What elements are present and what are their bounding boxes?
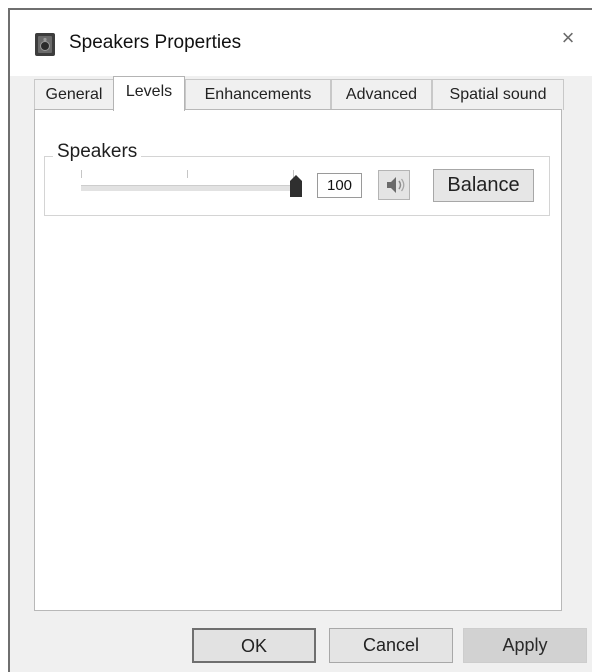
levels-tab-panel: Speakers 100 Balance <box>34 109 562 611</box>
speaker-volume-icon <box>379 177 409 203</box>
slider-tick <box>187 170 188 178</box>
cancel-button[interactable]: Cancel <box>329 628 453 663</box>
speakers-properties-dialog: Speakers Properties × General Levels Enh… <box>8 8 592 672</box>
tab-strip: General Levels Enhancements Advanced Spa… <box>34 76 592 111</box>
ok-button[interactable]: OK <box>192 628 316 663</box>
tab-advanced[interactable]: Advanced <box>331 79 432 110</box>
apply-button[interactable]: Apply <box>463 628 587 663</box>
volume-slider-track[interactable] <box>81 185 293 191</box>
balance-button[interactable]: Balance <box>433 169 534 202</box>
tab-general[interactable]: General <box>34 79 114 110</box>
speakers-group-title: Speakers <box>53 141 142 163</box>
slider-tick <box>81 170 82 178</box>
tab-spatial-sound[interactable]: Spatial sound <box>432 79 564 110</box>
speaker-device-icon <box>34 32 58 58</box>
mute-toggle-button[interactable] <box>378 170 410 200</box>
window-title: Speakers Properties <box>69 32 242 53</box>
tab-enhancements[interactable]: Enhancements <box>185 79 331 110</box>
volume-slider-thumb[interactable] <box>289 174 303 198</box>
tab-levels[interactable]: Levels <box>113 76 185 111</box>
title-bar[interactable]: Speakers Properties × <box>10 10 592 76</box>
volume-value-field[interactable]: 100 <box>317 173 362 198</box>
close-button[interactable]: × <box>554 24 582 52</box>
